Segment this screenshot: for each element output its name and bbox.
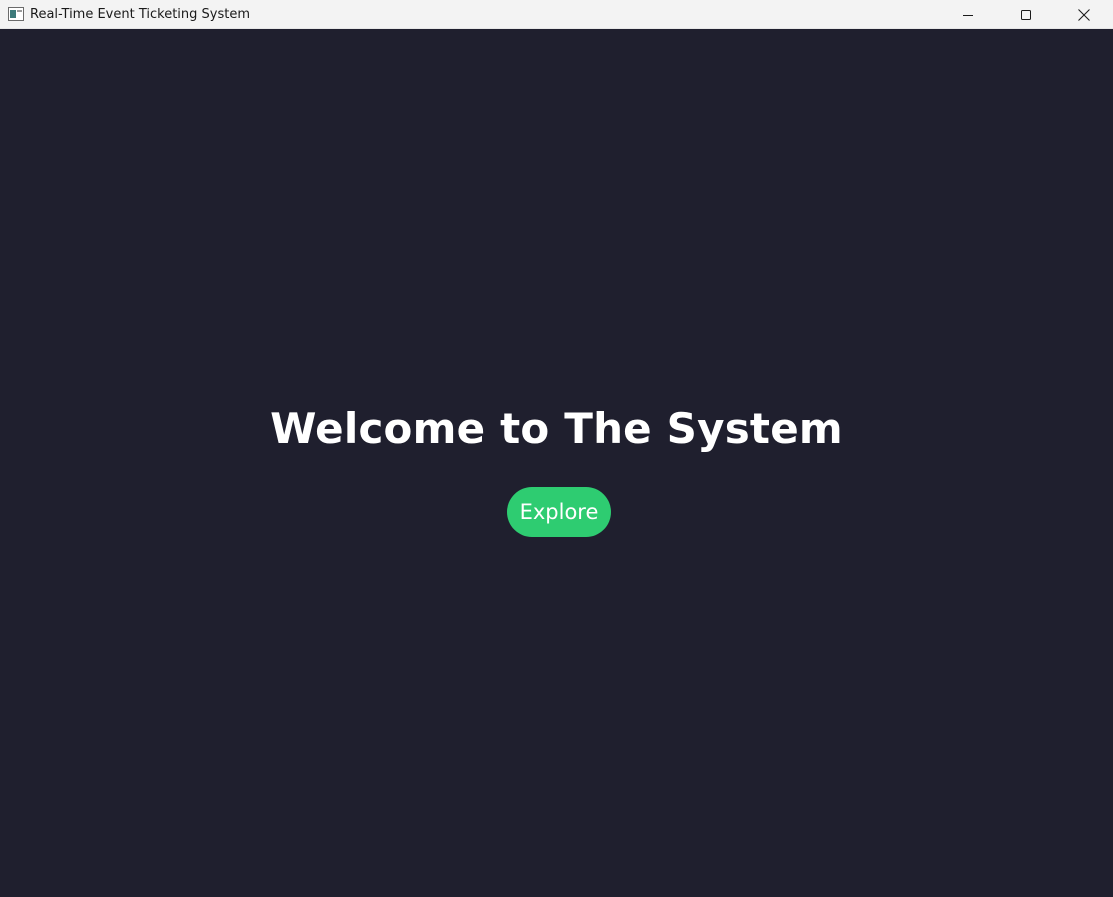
app-icon (8, 6, 24, 22)
close-icon (1078, 8, 1090, 21)
minimize-icon (963, 14, 973, 16)
explore-button[interactable]: Explore (507, 487, 611, 537)
maximize-icon (1021, 9, 1031, 20)
window-controls (939, 0, 1113, 29)
minimize-button[interactable] (939, 0, 997, 29)
app-window: Real-Time Event Ticketing System Welcome… (0, 0, 1113, 897)
title-bar[interactable]: Real-Time Event Ticketing System (0, 0, 1113, 29)
main-content: Welcome to The System Explore (0, 29, 1113, 897)
close-button[interactable] (1055, 0, 1113, 29)
welcome-heading: Welcome to The System (270, 404, 843, 453)
window-title: Real-Time Event Ticketing System (30, 6, 251, 22)
maximize-button[interactable] (997, 0, 1055, 29)
